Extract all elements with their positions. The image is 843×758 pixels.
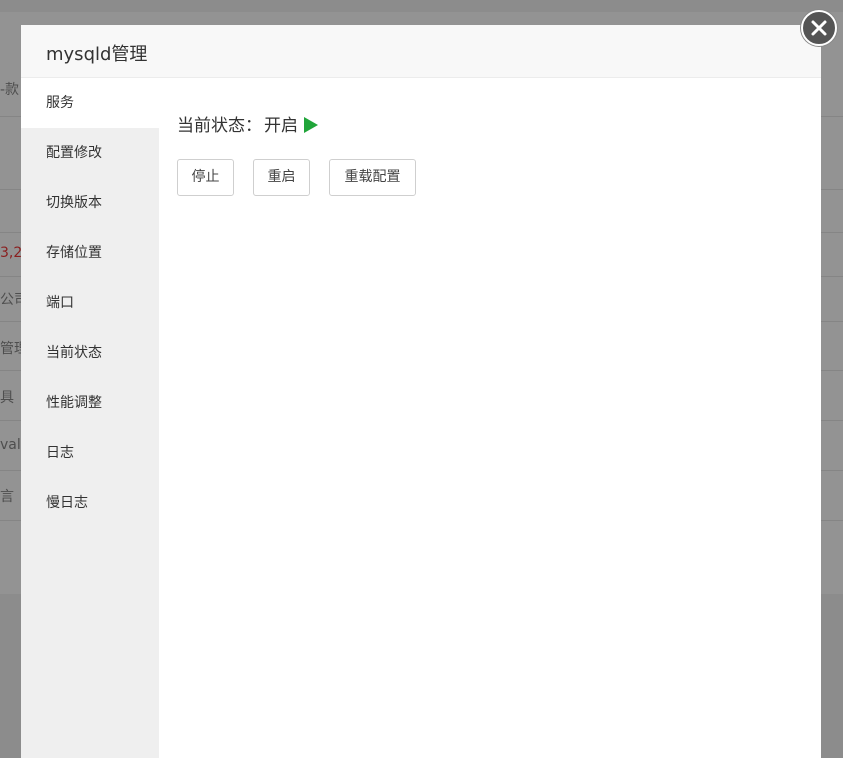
background-text: 言 [0, 489, 14, 505]
sidebar-item-label: 性能调整 [46, 395, 102, 411]
service-panel: 当前状态： 开启 停止 重启 重载配置 [177, 78, 817, 758]
sidebar-item-label: 日志 [46, 445, 74, 461]
background-text: -款 [0, 82, 20, 98]
sidebar-item-storage[interactable]: 存储位置 [21, 228, 159, 278]
sidebar-item-port[interactable]: 端口 [21, 278, 159, 328]
sidebar-item-performance[interactable]: 性能调整 [21, 378, 159, 428]
sidebar-item-label: 端口 [46, 295, 74, 311]
sidebar-item-version[interactable]: 切换版本 [21, 178, 159, 228]
sidebar-item-label: 切换版本 [46, 195, 102, 211]
sidebar-item-status[interactable]: 当前状态 [21, 328, 159, 378]
stop-button[interactable]: 停止 [177, 159, 234, 196]
status-row: 当前状态： 开启 [177, 111, 318, 138]
sidebar-item-log[interactable]: 日志 [21, 428, 159, 478]
dialog-header: mysqld管理 [21, 25, 821, 78]
sidebar-item-label: 存储位置 [46, 245, 102, 261]
status-value: 开启 [264, 116, 298, 136]
dialog-sidebar: 服务 配置修改 切换版本 存储位置 端口 当前状态 性能调整 日志 慢日志 [21, 78, 159, 758]
restart-button[interactable]: 重启 [253, 159, 310, 196]
mysqld-manage-dialog: mysqld管理 服务 配置修改 切换版本 存储位置 端口 当前状态 性能调整 … [21, 25, 821, 758]
status-label: 当前状态： [177, 116, 262, 136]
sidebar-item-service[interactable]: 服务 [21, 78, 159, 128]
play-icon [304, 117, 318, 138]
dialog-title: mysqld管理 [46, 44, 148, 65]
reload-config-button[interactable]: 重载配置 [329, 159, 416, 196]
sidebar-item-label: 配置修改 [46, 145, 102, 161]
close-icon[interactable] [801, 10, 837, 46]
sidebar-item-label: 当前状态 [46, 345, 102, 361]
sidebar-item-label: 服务 [46, 95, 74, 111]
background-text: 具 [0, 390, 14, 406]
sidebar-item-config[interactable]: 配置修改 [21, 128, 159, 178]
sidebar-item-label: 慢日志 [46, 495, 88, 511]
sidebar-item-slow-log[interactable]: 慢日志 [21, 478, 159, 528]
